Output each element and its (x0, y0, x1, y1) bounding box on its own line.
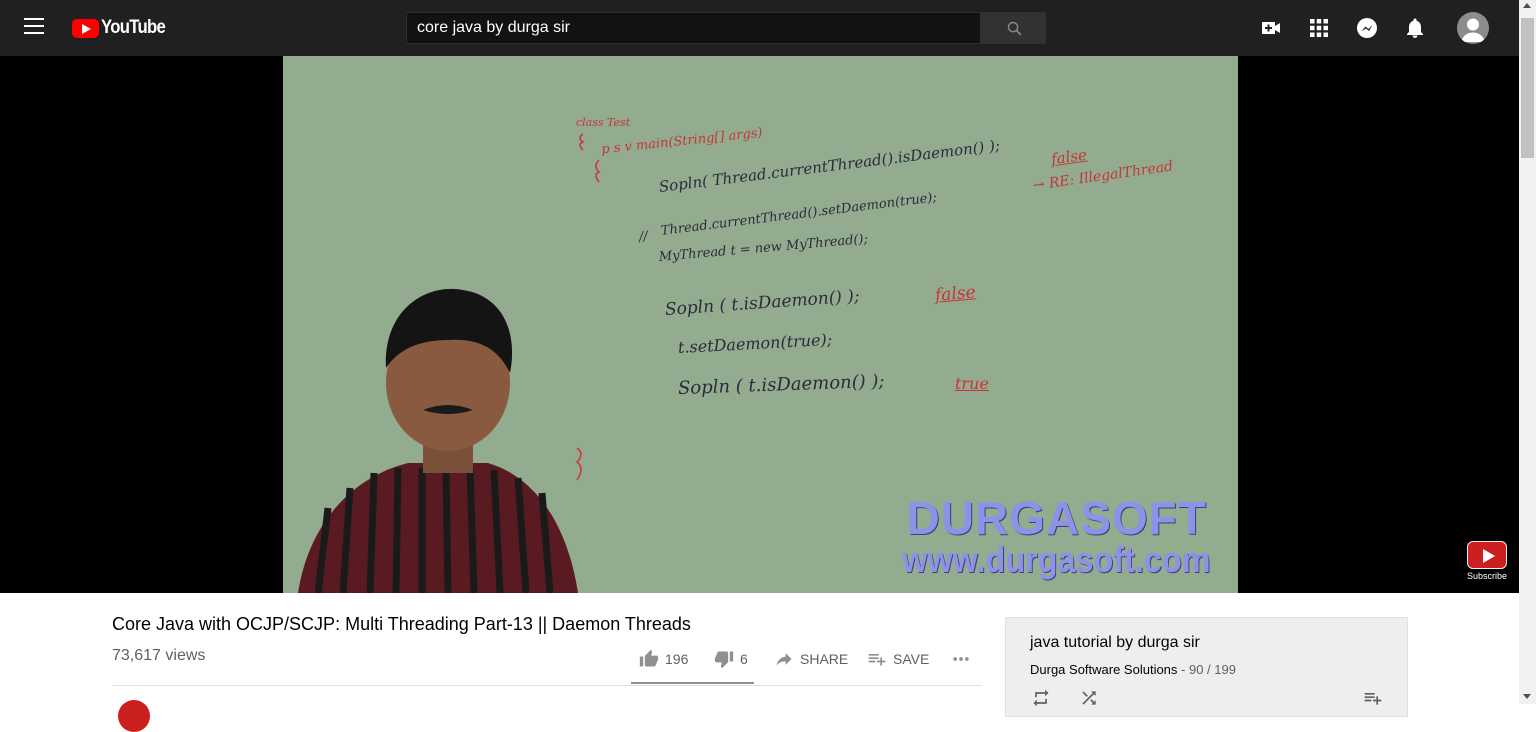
like-button[interactable]: 196 (639, 646, 688, 672)
thumbs-down-icon (714, 651, 734, 669)
sentiment-bar (631, 682, 754, 684)
search-input[interactable]: core java by durga sir (406, 12, 981, 44)
subscribe-watermark-button[interactable]: Subscribe (1466, 541, 1508, 581)
like-count: 196 (665, 651, 689, 667)
menu-icon[interactable] (24, 18, 46, 38)
loop-icon[interactable] (1030, 688, 1052, 708)
youtube-subscribe-icon (1467, 541, 1507, 569)
messages-icon[interactable] (1355, 16, 1379, 40)
board-line-6-note: true (955, 374, 989, 393)
share-button[interactable]: SHARE (774, 646, 848, 672)
watermark-url: www.durgasoft.com (902, 539, 1211, 580)
sentiment-bar-fill (631, 682, 751, 684)
dislike-count: 6 (740, 651, 748, 667)
board-line-3: MyThread t = new MyThread(); (658, 231, 869, 265)
search-icon (1007, 21, 1022, 36)
board-line-2: Thread.currentThread().setDaemon(true); (660, 190, 938, 239)
create-video-icon[interactable] (1259, 16, 1283, 40)
apps-icon[interactable] (1307, 16, 1331, 40)
video-player: class Test p s v main(String[] args) Sop… (0, 56, 1519, 593)
board-line-2-comment: // (638, 229, 649, 245)
notifications-bell-icon[interactable] (1403, 16, 1427, 40)
search-button[interactable] (981, 12, 1046, 44)
scroll-down-arrow-icon[interactable] (1523, 694, 1531, 699)
channel-avatar[interactable] (118, 700, 150, 732)
account-avatar[interactable] (1457, 12, 1489, 44)
playlist-add-icon (868, 654, 886, 666)
playlist-position: - 90 / 199 (1177, 662, 1236, 677)
page-scrollbar[interactable] (1519, 0, 1536, 704)
save-label: SAVE (893, 651, 930, 667)
presenter-figure (298, 288, 578, 593)
youtube-logo[interactable]: YouTube (72, 17, 174, 39)
save-button[interactable]: SAVE (867, 646, 929, 672)
durgasoft-watermark: DURGASOFT www.durgasoft.com (885, 495, 1228, 579)
scroll-up-arrow-icon[interactable] (1523, 3, 1531, 8)
shuffle-icon[interactable] (1078, 688, 1100, 708)
masthead: YouTube core java by durga sir (0, 0, 1519, 56)
video-title: Core Java with OCJP/SCJP: Multi Threadin… (112, 614, 691, 634)
save-playlist-icon[interactable] (1362, 688, 1384, 708)
user-icon (1461, 18, 1485, 42)
playlist-panel: java tutorial by durga sir Durga Softwar… (1005, 617, 1408, 717)
subscribe-label: Subscribe (1466, 571, 1508, 581)
scroll-thumb[interactable] (1521, 18, 1534, 158)
dislike-button[interactable]: 6 (714, 646, 748, 672)
youtube-play-icon (72, 18, 99, 38)
info-divider (112, 685, 982, 686)
watermark-brand: DURGASOFT (906, 492, 1207, 544)
board-line-4: Sopln ( t.isDaemon() ); (664, 286, 861, 320)
playlist-subtitle: Durga Software Solutions - 90 / 199 (1030, 662, 1236, 677)
video-frame[interactable]: class Test p s v main(String[] args) Sop… (283, 56, 1238, 593)
board-line-5: t.setDaemon(true); (677, 329, 833, 357)
board-line-1-note: false (1049, 145, 1088, 169)
more-horizontal-icon (953, 657, 969, 661)
board-line-4-note: false (934, 282, 977, 306)
playlist-channel[interactable]: Durga Software Solutions (1030, 662, 1177, 677)
logo-text: YouTube (101, 17, 166, 38)
board-line-6: Sopln ( t.isDaemon() ); (677, 370, 885, 399)
thumbs-up-icon (639, 649, 659, 667)
share-label: SHARE (800, 651, 849, 667)
board-main-line: p s v main(String[] args) (600, 125, 764, 158)
more-actions-button[interactable] (950, 646, 978, 672)
share-arrow-icon (776, 653, 792, 666)
playlist-title[interactable]: java tutorial by durga sir (1030, 634, 1200, 652)
view-count: 73,617 views (112, 647, 206, 664)
